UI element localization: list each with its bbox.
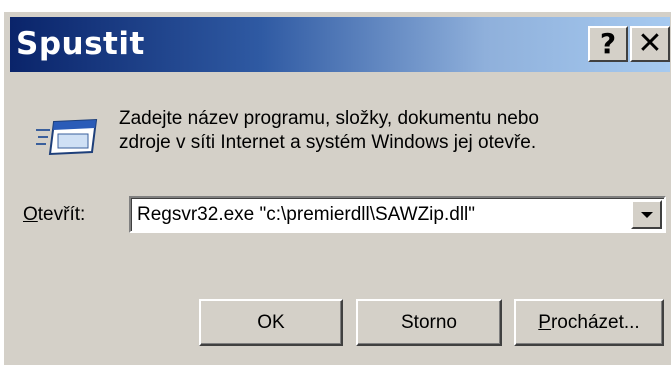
open-input[interactable] xyxy=(137,202,617,228)
ok-button[interactable]: OK xyxy=(199,299,343,346)
cancel-button[interactable]: Storno xyxy=(356,299,502,346)
open-combobox[interactable] xyxy=(129,196,666,233)
open-label: Otevřít: xyxy=(23,203,85,227)
close-icon: ✕ xyxy=(637,26,663,61)
description-line-2: zdroje v síti Internet a systém Windows … xyxy=(119,132,537,153)
browse-button-label: rocházet... xyxy=(550,312,640,333)
ok-button-label: OK xyxy=(257,312,285,333)
dropdown-button[interactable] xyxy=(631,200,662,229)
description: Zadejte název programu, složky, dokument… xyxy=(119,107,659,155)
open-label-accesskey: O xyxy=(23,204,38,225)
description-line-1: Zadejte název programu, složky, dokument… xyxy=(119,108,539,129)
browse-button-accesskey: P xyxy=(538,312,551,333)
title-bar[interactable]: Spustit ? ✕ xyxy=(10,17,670,72)
help-button[interactable]: ? xyxy=(588,26,628,62)
run-app-icon xyxy=(36,118,98,156)
close-button[interactable]: ✕ xyxy=(630,26,670,62)
help-icon: ? xyxy=(599,27,617,60)
browse-button[interactable]: Procházet... xyxy=(514,299,664,346)
dialog-title: Spustit xyxy=(16,26,145,62)
open-label-text: tevřít: xyxy=(37,204,86,225)
run-dialog: Spustit ? ✕ Zadejte název programu, slož… xyxy=(3,11,671,365)
dropdown-arrow-icon xyxy=(641,212,653,218)
cancel-button-label: Storno xyxy=(401,312,457,333)
